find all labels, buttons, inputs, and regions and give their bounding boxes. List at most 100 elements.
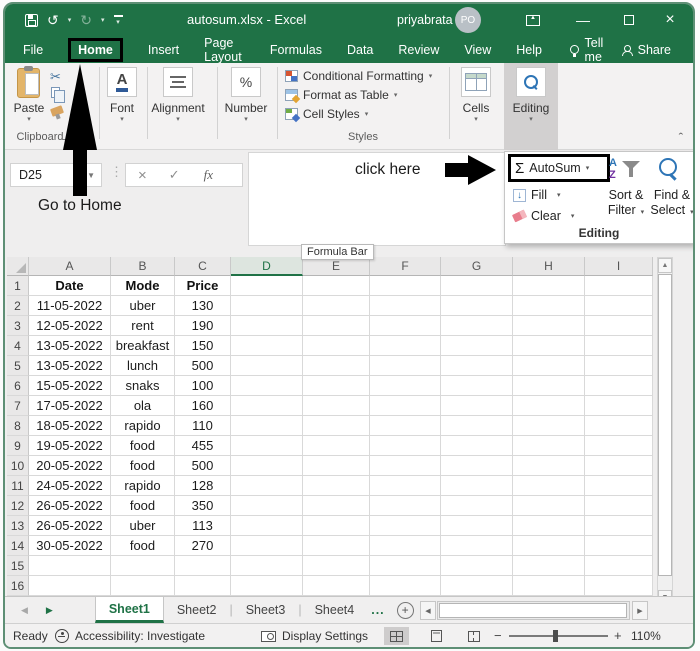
cell-D10[interactable] (231, 456, 303, 476)
cell-I2[interactable] (585, 296, 653, 316)
sheet-tab-sheet4[interactable]: Sheet4 (302, 597, 368, 623)
horizontal-scroll-track[interactable] (437, 601, 630, 620)
cell-I8[interactable] (585, 416, 653, 436)
sort-filter-button[interactable]: Sort & Filter ▾ (601, 188, 651, 220)
cell-D15[interactable] (231, 556, 303, 576)
row-header-15[interactable]: 15 (7, 556, 29, 576)
cell-E2[interactable] (303, 296, 370, 316)
zoom-slider-handle[interactable] (553, 630, 558, 642)
cell-A16[interactable] (29, 576, 111, 596)
collapse-ribbon-icon[interactable]: ⌃ (677, 132, 685, 141)
column-header-C[interactable]: C (175, 257, 231, 276)
cell-E11[interactable] (303, 476, 370, 496)
column-header-D[interactable]: D (231, 257, 303, 276)
cell-H5[interactable] (513, 356, 585, 376)
cell-G16[interactable] (441, 576, 513, 596)
enter-icon[interactable]: ✓ (169, 167, 180, 183)
cell-B4[interactable]: breakfast (111, 336, 175, 356)
more-sheets-label[interactable]: ... (367, 597, 388, 623)
row-header-8[interactable]: 8 (7, 416, 29, 436)
cell-F5[interactable] (370, 356, 441, 376)
row-header-2[interactable]: 2 (7, 296, 29, 316)
cell-H8[interactable] (513, 416, 585, 436)
cell-F2[interactable] (370, 296, 441, 316)
cell-H1[interactable] (513, 276, 585, 296)
cell-H4[interactable] (513, 336, 585, 356)
ribbon-display-options-icon[interactable]: ▲ (517, 4, 549, 36)
column-header-F[interactable]: F (370, 257, 441, 276)
cell-C11[interactable]: 128 (175, 476, 231, 496)
cell-E10[interactable] (303, 456, 370, 476)
cell-D14[interactable] (231, 536, 303, 556)
cell-E8[interactable] (303, 416, 370, 436)
cell-I9[interactable] (585, 436, 653, 456)
cell-G15[interactable] (441, 556, 513, 576)
cell-G14[interactable] (441, 536, 513, 556)
cell-E14[interactable] (303, 536, 370, 556)
cell-H11[interactable] (513, 476, 585, 496)
cell-F4[interactable] (370, 336, 441, 356)
cell-H13[interactable] (513, 516, 585, 536)
cell-H10[interactable] (513, 456, 585, 476)
avatar[interactable]: PO (455, 7, 481, 33)
cell-A4[interactable]: 13-05-2022 (29, 336, 111, 356)
cell-D8[interactable] (231, 416, 303, 436)
tab-page-layout[interactable]: Page Layout (204, 36, 245, 64)
tab-view[interactable]: View (464, 43, 491, 57)
cell-A14[interactable]: 30-05-2022 (29, 536, 111, 556)
row-header-14[interactable]: 14 (7, 536, 29, 556)
cell-I15[interactable] (585, 556, 653, 576)
cell-E13[interactable] (303, 516, 370, 536)
cell-E16[interactable] (303, 576, 370, 596)
cell-G11[interactable] (441, 476, 513, 496)
row-header-4[interactable]: 4 (7, 336, 29, 356)
tab-insert[interactable]: Insert (148, 43, 179, 57)
cell-B7[interactable]: ola (111, 396, 175, 416)
cell-B14[interactable]: food (111, 536, 175, 556)
tab-help[interactable]: Help (516, 43, 542, 57)
cell-A3[interactable]: 12-05-2022 (29, 316, 111, 336)
cell-C8[interactable]: 110 (175, 416, 231, 436)
cell-C15[interactable] (175, 556, 231, 576)
scroll-left-icon[interactable]: ◀ (420, 601, 436, 620)
cell-G9[interactable] (441, 436, 513, 456)
cell-D7[interactable] (231, 396, 303, 416)
row-header-7[interactable]: 7 (7, 396, 29, 416)
page-break-view-button[interactable] (461, 627, 486, 645)
tab-formulas[interactable]: Formulas (270, 43, 322, 57)
cell-H9[interactable] (513, 436, 585, 456)
styles-item-conditional-formatting[interactable]: Conditional Formatting ▾ (285, 68, 432, 84)
row-header-11[interactable]: 11 (7, 476, 29, 496)
find-select-button[interactable]: Find & Select ▾ (647, 188, 693, 220)
cell-A12[interactable]: 26-05-2022 (29, 496, 111, 516)
cell-H2[interactable] (513, 296, 585, 316)
tab-home[interactable]: Home (68, 37, 123, 62)
cell-I12[interactable] (585, 496, 653, 516)
cell-H15[interactable] (513, 556, 585, 576)
prev-sheet-icon[interactable]: ◀ (21, 605, 28, 616)
cell-B2[interactable]: uber (111, 296, 175, 316)
cell-B9[interactable]: food (111, 436, 175, 456)
cell-I14[interactable] (585, 536, 653, 556)
zoom-slider-track[interactable] (509, 635, 608, 637)
cell-F8[interactable] (370, 416, 441, 436)
styles-item-cell-styles[interactable]: Cell Styles ▾ (285, 106, 368, 122)
tab-file[interactable]: File (23, 43, 43, 57)
cell-B12[interactable]: food (111, 496, 175, 516)
column-header-B[interactable]: B (111, 257, 175, 276)
cell-E4[interactable] (303, 336, 370, 356)
cell-D12[interactable] (231, 496, 303, 516)
column-header-A[interactable]: A (29, 257, 111, 276)
cell-G8[interactable] (441, 416, 513, 436)
autosum-button[interactable]: Σ AutoSum ▾ (508, 154, 610, 182)
cell-F6[interactable] (370, 376, 441, 396)
page-layout-view-button[interactable] (424, 627, 449, 645)
row-header-10[interactable]: 10 (7, 456, 29, 476)
cell-H14[interactable] (513, 536, 585, 556)
cell-D16[interactable] (231, 576, 303, 596)
cell-E12[interactable] (303, 496, 370, 516)
cell-C12[interactable]: 350 (175, 496, 231, 516)
cell-C9[interactable]: 455 (175, 436, 231, 456)
scroll-right-icon[interactable]: ▶ (632, 601, 648, 620)
cell-C2[interactable]: 130 (175, 296, 231, 316)
